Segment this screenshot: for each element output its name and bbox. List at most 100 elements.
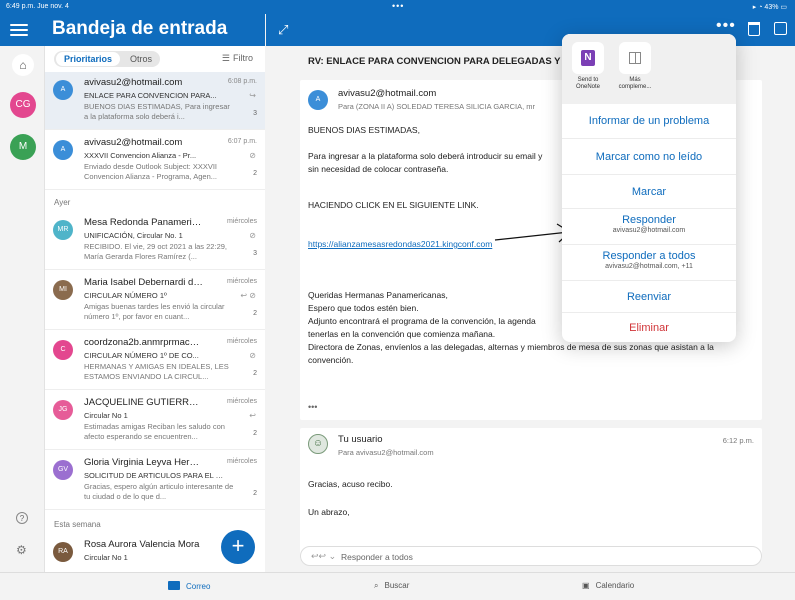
list-item[interactable]: A avivasu2@hotmail.com 6:07 p.m. XXXVII …: [45, 132, 265, 190]
attachment-icon: ⊘: [249, 351, 256, 360]
archive-icon[interactable]: [774, 22, 787, 35]
menu-icon[interactable]: [10, 21, 28, 37]
tab-other[interactable]: Otros: [124, 52, 158, 66]
subject: UNIFICACIÓN, Circular No. 1: [84, 231, 183, 240]
avatar: ☺: [308, 434, 328, 454]
email-reply-message: ☺ Tu usuario Para avivasu2@hotmail.com 6…: [300, 428, 762, 560]
reply-icon: ↩: [249, 411, 256, 420]
avatar: A: [308, 90, 328, 110]
bottom-tab-bar: Correo ⌕ Buscar ▣ Calendario: [0, 572, 795, 600]
more-options-icon[interactable]: •••: [716, 17, 736, 35]
mail-icon: [168, 581, 180, 590]
onenote-icon: N: [581, 50, 595, 66]
status-battery: ▸ ◔ 43% ▭: [752, 4, 787, 11]
list-item[interactable]: GV Gloria Virginia Leyva Herna... miérco…: [45, 452, 265, 510]
delete-button[interactable]: Eliminar: [562, 312, 736, 342]
reply-all-placeholder: Responder a todos: [341, 552, 413, 562]
more-add-ins-button[interactable]: Más compleme...: [617, 42, 653, 91]
subject: CIRCULAR NÚMERO 1º: [84, 291, 167, 300]
section-header-this-week: Esta semana: [54, 520, 101, 529]
status-time: 6:49 p.m. Jue nov. 4: [6, 3, 69, 10]
thread-count: 2: [253, 310, 257, 317]
date: 6:08 p.m.: [227, 78, 257, 85]
sender: Rosa Aurora Valencia Mora: [84, 539, 200, 550]
sender: JACQUELINE GUTIERREZ C...: [84, 397, 204, 408]
date: 6:12 p.m.: [722, 436, 754, 445]
add-ins-row: N Send to OneNote Más compleme...: [562, 34, 736, 104]
tab-calendar[interactable]: ▣ Calendario: [582, 581, 634, 590]
preview: Gracias, espero algún articulo interesan…: [84, 482, 234, 501]
convention-link[interactable]: https://alianzamesasredondas2021.kingcon…: [308, 239, 492, 249]
recipients[interactable]: Para avivasu2@hotmail.com: [338, 448, 434, 457]
list-item[interactable]: MR Mesa Redonda Panamerica... miércoles …: [45, 212, 265, 270]
date: miércoles: [227, 398, 257, 405]
thread-count: 2: [253, 430, 257, 437]
reply-icon: ↩ ⊘: [240, 291, 256, 300]
multitask-dots[interactable]: •••: [392, 1, 404, 11]
calendar-icon: ▣: [582, 581, 590, 590]
sender: Tu usuario: [338, 434, 383, 445]
sender: Mesa Redonda Panamerica...: [84, 217, 204, 228]
forward-button[interactable]: Reenviar: [562, 280, 736, 312]
mark-unread-button[interactable]: Marcar como no leído: [562, 138, 736, 174]
preview: Enviado desde Outlook Subject: XXXVII Co…: [84, 162, 217, 181]
flag-button[interactable]: Marcar: [562, 174, 736, 208]
preview: HERMANAS Y AMIGAS EN IDEALES, LES ESTAMO…: [84, 362, 229, 381]
attachment-icon: ⊘: [249, 151, 256, 160]
subject: SOLICITUD DE ARTICULOS PARA EL BO...: [84, 471, 224, 480]
send-to-onenote-button[interactable]: N Send to OneNote: [570, 42, 606, 91]
avatar: RA: [53, 542, 73, 562]
page-title: Bandeja de entrada: [52, 18, 228, 39]
recipients[interactable]: Para (ZONA II A) SOLEDAD TERESA SILICIA …: [338, 102, 535, 111]
body-line: Un abrazo,: [308, 507, 350, 517]
reply-all-button[interactable]: Responder a todos avivasu2@hotmail.com, …: [562, 244, 736, 280]
list-item[interactable]: MI Maria Isabel Debernardi de... miércol…: [45, 272, 265, 330]
thread-count: 2: [253, 490, 257, 497]
forward-icon: ↪: [249, 91, 256, 100]
preview: Estimadas amigas Reciban les saludo con …: [84, 422, 225, 441]
message-list: Prioritarios Otros ☰ Filtro A avivasu2@ho…: [45, 46, 265, 572]
show-more-button[interactable]: •••: [308, 402, 317, 412]
preview: BUENOS DIAS ESTIMADAS, Para ingresar a l…: [84, 102, 230, 121]
tab-focused[interactable]: Prioritarios: [56, 52, 120, 66]
list-item[interactable]: JG JACQUELINE GUTIERREZ C... miércoles C…: [45, 392, 265, 450]
reply-all-input[interactable]: ↩↩ ⌄ Responder a todos: [300, 546, 762, 566]
avatar: C: [53, 340, 73, 360]
email-body: Gracias, acuso recibo. Un abrazo,: [308, 470, 393, 526]
trash-icon[interactable]: [748, 22, 760, 36]
list-item[interactable]: C coordzona2b.anmrprmac@... miércoles CI…: [45, 332, 265, 390]
inbox-header: Bandeja de entrada: [0, 14, 265, 46]
sender: coordzona2b.anmrprmac@...: [84, 337, 204, 348]
sender: avivasu2@hotmail.com: [338, 88, 437, 99]
expand-icon[interactable]: ⤢: [278, 22, 288, 38]
search-icon: ⌕: [374, 581, 379, 590]
list-item[interactable]: A avivasu2@hotmail.com 6:08 p.m. ENLACE …: [45, 72, 265, 130]
subject: CIRCULAR NÚMERO 1º DE CO...: [84, 351, 199, 360]
avatar: JG: [53, 400, 73, 420]
avatar: MR: [53, 220, 73, 240]
email-subject: RV: ENLACE PARA CONVENCION PARA DELEGADA…: [308, 56, 570, 67]
subject: ENLACE PARA CONVENCION PARA...: [84, 91, 217, 100]
help-icon[interactable]: ?: [16, 512, 28, 524]
list-filters: Prioritarios Otros ☰ Filtro: [45, 46, 265, 72]
account-avatar-cg[interactable]: CG: [10, 92, 36, 118]
reply-button[interactable]: Responder avivasu2@hotmail.com: [562, 208, 736, 244]
compose-button[interactable]: +: [221, 530, 255, 564]
filter-button[interactable]: ☰ Filtro: [222, 53, 253, 64]
subject: XXXVII Convencion Alianza - Pr...: [84, 151, 197, 160]
tab-mail[interactable]: Correo: [168, 581, 210, 591]
home-icon[interactable]: ⌂: [12, 54, 34, 76]
reply-all-icon[interactable]: ↩↩ ⌄: [311, 551, 336, 562]
attachment-icon: ⊘: [249, 231, 256, 240]
avatar: A: [53, 80, 73, 100]
section-header-yesterday: Ayer: [54, 198, 71, 207]
body-line: Directora de Zonas, envíenlos a las dele…: [308, 342, 714, 352]
preview: RECIBIDO. El vie, 29 oct 2021 a las 22:2…: [84, 242, 227, 261]
focused-other-toggle: Prioritarios Otros: [54, 51, 160, 67]
status-bar: 6:49 p.m. Jue nov. 4 ••• ▸ ◔ 43% ▭: [0, 0, 795, 14]
gear-icon[interactable]: ⚙: [16, 543, 27, 557]
account-rail: ⌂ CG M ? ⚙: [0, 46, 45, 572]
tab-search[interactable]: ⌕ Buscar: [374, 581, 409, 591]
report-problem-button[interactable]: Informar de un problema: [562, 104, 736, 138]
account-avatar-m[interactable]: M: [10, 134, 36, 160]
